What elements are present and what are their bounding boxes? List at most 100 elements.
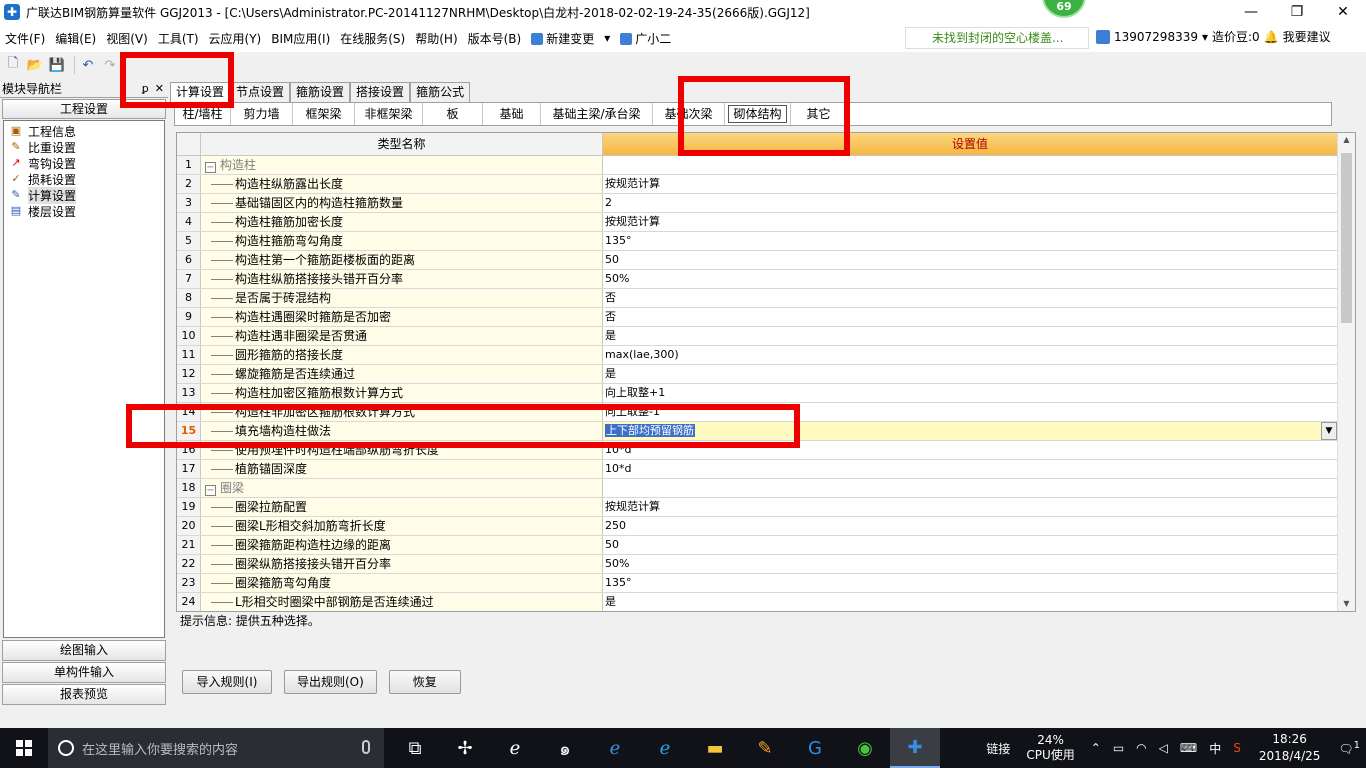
menu-bim[interactable]: BIM应用(I) [266, 30, 335, 47]
setting-value[interactable]: 是 [603, 327, 1337, 345]
setting-value[interactable]: 向上取整+1 [603, 384, 1337, 402]
scroll-thumb[interactable] [1341, 153, 1352, 323]
swirl-app-icon[interactable]: ๑ [540, 728, 590, 768]
tab-shear-wall[interactable]: 剪力墙 [231, 103, 293, 125]
nav-report-preview[interactable]: 报表预览 [2, 684, 166, 705]
menu-online[interactable]: 在线服务(S) [335, 30, 410, 47]
redo-icon[interactable]: ↷ [101, 56, 119, 74]
table-row[interactable]: 24 L形相交时圈梁中部钢筋是否连续通过 是 [177, 593, 1337, 611]
table-row[interactable]: 4 构造柱箍筋加密长度 按规范计算 [177, 213, 1337, 232]
table-row[interactable]: 9 构造柱遇圈梁时箍筋是否加密 否 [177, 308, 1337, 327]
taskbar-search[interactable]: 在这里输入你要搜索的内容 [48, 728, 384, 768]
keyboard-icon[interactable]: ⌨ [1180, 741, 1197, 755]
column-header-name[interactable]: 类型名称 [201, 133, 603, 156]
setting-value[interactable]: 按规范计算 [603, 175, 1337, 193]
link-label[interactable]: 链接 [986, 740, 1010, 757]
nav-single-component[interactable]: 单构件输入 [2, 662, 166, 683]
collapse-icon[interactable]: − [205, 485, 216, 496]
notepad-app-icon[interactable]: ✎ [740, 728, 790, 768]
table-row[interactable]: 11 圆形箍筋的搭接长度 max(lae,300) [177, 346, 1337, 365]
clock[interactable]: 18:26 2018/4/25 [1259, 731, 1321, 765]
setting-value[interactable]: 250 [603, 517, 1337, 535]
table-row[interactable]: 2 构造柱纵筋露出长度 按规范计算 [177, 175, 1337, 194]
bell-icon[interactable]: 🔔 [1264, 30, 1279, 44]
export-rules-button[interactable]: 导出规则(O) [284, 670, 377, 694]
scroll-down-icon[interactable]: ▼ [1338, 597, 1355, 611]
table-row[interactable]: 8 是否属于砖混结构 否 [177, 289, 1337, 308]
tray-chevron-icon[interactable]: ⌃ [1091, 741, 1101, 755]
table-row[interactable]: 7 构造柱纵筋搭接接头错开百分率 50% [177, 270, 1337, 289]
open-folder-icon[interactable]: 📂 [26, 56, 44, 74]
table-row[interactable]: 13 构造柱加密区箍筋根数计算方式 向上取整+1 [177, 384, 1337, 403]
setting-value[interactable]: 50% [603, 270, 1337, 288]
chevron-down-icon[interactable]: ▾ [1202, 30, 1208, 44]
scroll-up-icon[interactable]: ▲ [1338, 133, 1355, 147]
table-row[interactable]: 3 基础锚固区内的构造柱箍筋数量 2 [177, 194, 1337, 213]
setting-value[interactable]: 否 [603, 289, 1337, 307]
tree-item-project-info[interactable]: ▣ 工程信息 [4, 123, 164, 139]
restore-button[interactable]: ❐ [1274, 0, 1320, 24]
tab-frame-beam[interactable]: 框架梁 [293, 103, 355, 125]
tab-nonframe-beam[interactable]: 非框架梁 [355, 103, 423, 125]
tab-stirrup-settings[interactable]: 箍筋设置 [290, 82, 351, 102]
menu-version[interactable]: 版本号(B) [463, 30, 527, 47]
close-button[interactable]: ✕ [1320, 0, 1366, 24]
green-app-icon[interactable]: ◉ [840, 728, 890, 768]
assistant-button[interactable]: 广小二 [615, 30, 676, 47]
glodon-app-icon[interactable]: ✚ [890, 728, 940, 768]
table-row[interactable]: 20 圈梁L形相交斜加筋弯折长度 250 [177, 517, 1337, 536]
fan-app-icon[interactable]: ✢ [440, 728, 490, 768]
table-row[interactable]: 18− 圈梁 [177, 479, 1337, 498]
nav-drawing-input[interactable]: 绘图输入 [2, 640, 166, 661]
ime-indicator[interactable]: 中 [1209, 740, 1221, 757]
tree-item-calc[interactable]: ✎ 计算设置 [4, 186, 164, 204]
dropdown-arrow-icon[interactable]: ▼ [1321, 422, 1337, 440]
restore-button[interactable]: 恢复 [388, 670, 461, 694]
setting-value[interactable]: 50 [603, 251, 1337, 269]
menu-view[interactable]: 视图(V) [101, 30, 153, 47]
save-icon[interactable]: 💾 [48, 56, 66, 74]
edge-icon[interactable]: ℯ [590, 728, 640, 768]
table-row[interactable]: 22 圈梁纵筋搭接接头错开百分率 50% [177, 555, 1337, 574]
wifi-icon[interactable]: ◠ [1136, 741, 1146, 755]
menu-edit[interactable]: 编辑(E) [50, 30, 101, 47]
table-row[interactable]: 21 圈梁箍筋距构造柱边缘的距离 50 [177, 536, 1337, 555]
new-file-icon[interactable]: 🗋 [4, 56, 22, 74]
tree-item-hook[interactable]: ↗ 弯钩设置 [4, 155, 164, 171]
tab-foundation-main-beam[interactable]: 基础主梁/承台梁 [541, 103, 653, 125]
setting-value[interactable]: 50% [603, 555, 1337, 573]
menu-tools[interactable]: 工具(T) [153, 30, 204, 47]
minimize-button[interactable]: — [1228, 0, 1274, 24]
tab-foundation[interactable]: 基础 [483, 103, 541, 125]
vertical-scrollbar[interactable]: ▲ ▼ [1337, 133, 1355, 611]
dropdown-arrow-icon[interactable]: ▾ [599, 31, 615, 45]
menu-cloud[interactable]: 云应用(Y) [204, 30, 267, 47]
setting-value[interactable]: 135° [603, 574, 1337, 592]
notice-ticker[interactable]: 未找到封闭的空心楼盖... [905, 27, 1089, 49]
file-explorer-icon[interactable]: ▬ [690, 728, 740, 768]
table-row[interactable]: 17 植筋锚固深度 10*d [177, 460, 1337, 479]
tab-slab[interactable]: 板 [423, 103, 483, 125]
user-phone[interactable]: 13907298339 [1114, 30, 1198, 44]
suggest-link[interactable]: 我要建议 [1283, 28, 1331, 45]
table-row[interactable]: 1− 构造柱 [177, 156, 1337, 175]
collapse-icon[interactable]: − [205, 162, 216, 173]
setting-value[interactable]: 10*d [603, 460, 1337, 478]
tab-stirrup-formula[interactable]: 箍筋公式 [410, 82, 471, 102]
table-row[interactable]: 10 构造柱遇非圈梁是否贯通 是 [177, 327, 1337, 346]
setting-value[interactable]: 2 [603, 194, 1337, 212]
ie-icon[interactable]: ℯ [490, 728, 540, 768]
ie-blue-icon[interactable]: ℯ [640, 728, 690, 768]
microphone-icon[interactable] [362, 740, 370, 754]
menu-help[interactable]: 帮助(H) [410, 30, 462, 47]
table-row[interactable]: 23 圈梁箍筋弯勾角度 135° [177, 574, 1337, 593]
g-app-icon[interactable]: G [790, 728, 840, 768]
notification-icon[interactable]: 🗨1 [1338, 740, 1360, 756]
undo-icon[interactable]: ↶ [79, 56, 97, 74]
setting-value[interactable]: 50 [603, 536, 1337, 554]
tab-node-settings[interactable]: 节点设置 [230, 82, 291, 102]
sogou-icon[interactable]: S [1233, 741, 1241, 755]
start-button[interactable] [0, 728, 48, 768]
task-view-icon[interactable]: ⧉ [390, 728, 440, 768]
setting-value[interactable]: 135° [603, 232, 1337, 250]
